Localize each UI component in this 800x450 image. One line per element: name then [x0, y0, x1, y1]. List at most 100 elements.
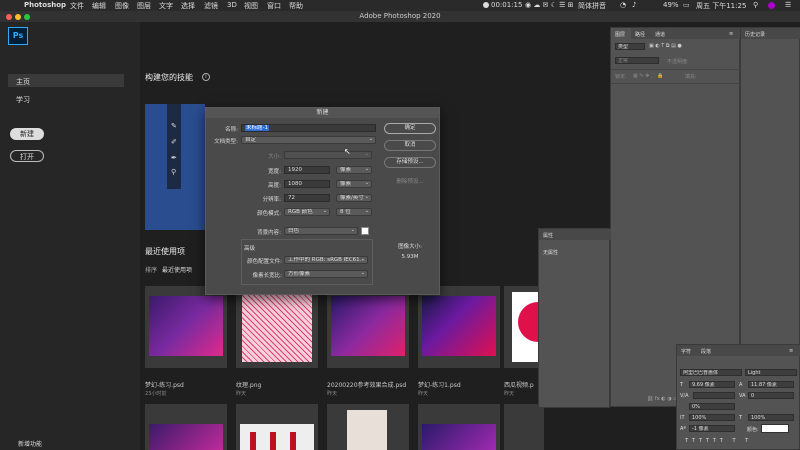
font-size-input[interactable]: 9.69 像素 — [689, 381, 735, 388]
menu-select[interactable]: 选择 — [181, 1, 195, 11]
ime-label[interactable]: 简体拼音 — [578, 1, 606, 11]
resolution-input[interactable]: 72 — [284, 194, 330, 202]
menu-filter[interactable]: 滤镜 — [204, 1, 218, 11]
sort-dropdown[interactable]: 最近使用项 — [162, 265, 192, 274]
recent-file-thumb[interactable] — [418, 404, 500, 450]
close-window-icon[interactable] — [6, 14, 12, 20]
text-style-buttons[interactable]: TTTTTT T T — [685, 438, 752, 444]
app-menu[interactable]: Photoshop — [24, 1, 66, 9]
background-select[interactable]: 白色 — [284, 227, 358, 235]
resolution-unit-select[interactable]: 像素/英寸 — [336, 194, 372, 202]
recent-file-thumb[interactable] — [327, 286, 409, 368]
battery-icon[interactable]: ▭ — [683, 1, 690, 9]
skills-card[interactable]: ✎ ✐ ✒ ⚲ — [145, 104, 205, 230]
tab-properties[interactable]: 属性 — [543, 232, 553, 239]
baseline-shift-input[interactable]: -1 像素 — [689, 425, 735, 432]
ok-button[interactable]: 确定 — [384, 123, 436, 134]
recent-file-thumb[interactable] — [236, 286, 318, 368]
recent-file-thumb[interactable] — [236, 404, 318, 450]
recent-file-name[interactable]: 20200220参考效果合成.psd — [327, 380, 406, 389]
text-color-swatch[interactable] — [761, 424, 789, 433]
horizontal-scale-input[interactable]: 100% — [748, 414, 794, 421]
menu-layer[interactable]: 图层 — [137, 1, 151, 11]
menu-help[interactable]: 帮助 — [289, 1, 303, 11]
maximize-window-icon[interactable] — [24, 14, 30, 20]
tab-layers[interactable]: 图层 — [615, 31, 625, 38]
menu-image[interactable]: 图像 — [115, 1, 129, 11]
lock-icons[interactable]: ▦ ✎ ✥ ⬚ 🔒 — [633, 73, 663, 79]
doctype-label: 文档类型: — [214, 139, 238, 145]
whats-new-link[interactable]: 新增功能 — [18, 439, 42, 448]
recent-file-thumb[interactable] — [327, 404, 409, 450]
tab-paths[interactable]: 路径 — [635, 31, 645, 38]
width-input[interactable]: 1920 — [284, 166, 330, 174]
kerning-input[interactable] — [693, 392, 735, 399]
width-unit-select[interactable]: 像素 — [336, 166, 372, 174]
save-preset-button[interactable]: 存储预设... — [384, 157, 436, 168]
color-profile-select[interactable]: 工作中的 RGB: sRGB IEC61... — [284, 256, 368, 264]
name-input[interactable]: 未标题-1 — [241, 124, 376, 132]
recent-file-time: 昨天 — [418, 391, 429, 397]
recent-file-thumb[interactable] — [145, 286, 227, 368]
panel-menu-icon[interactable]: ≡ — [729, 31, 733, 37]
tracking-input[interactable]: 0 — [748, 392, 794, 399]
background-color-swatch[interactable] — [361, 227, 369, 235]
bitdepth-select[interactable]: 8 位 — [336, 208, 372, 216]
tab-history[interactable]: 历史记录 — [745, 31, 765, 38]
cancel-button[interactable]: 取消 — [384, 140, 436, 151]
notification-center-icon[interactable]: ☰ — [785, 1, 791, 9]
menu-view[interactable]: 视图 — [244, 1, 258, 11]
menu-edit[interactable]: 编辑 — [92, 1, 106, 11]
sort-label: 排序 — [145, 267, 158, 274]
advanced-label[interactable]: 高级 — [244, 244, 255, 252]
new-file-button[interactable]: 新建 — [10, 128, 44, 140]
info-icon[interactable]: i — [202, 73, 210, 81]
pen-icon: ✒ — [171, 154, 177, 162]
record-icon — [483, 2, 489, 8]
layer-filter-select[interactable]: 类型 — [615, 43, 645, 50]
recent-file-name[interactable]: 纹理.png — [236, 380, 261, 389]
menu-3d[interactable]: 3D — [227, 1, 237, 9]
search-icon[interactable]: ⚲ — [753, 1, 758, 9]
recent-file-name[interactable]: 西瓜视频.p — [504, 380, 540, 389]
recent-file-thumb[interactable] — [418, 286, 500, 368]
recent-file-time: 昨天 — [504, 391, 515, 397]
divider — [611, 83, 741, 84]
tab-paragraph[interactable]: 段落 — [701, 348, 711, 355]
doctype-select[interactable]: 自定 — [241, 136, 376, 144]
menu-file[interactable]: 文件 — [70, 1, 84, 11]
colormode-select[interactable]: RGB 颜色 — [284, 208, 330, 216]
font-style-select[interactable]: Light — [745, 369, 797, 376]
siri-icon[interactable] — [768, 2, 775, 9]
sidebar-item-home[interactable]: 主页 — [16, 77, 30, 87]
height-label: 高度: — [268, 183, 281, 189]
height-input[interactable]: 1080 — [284, 180, 330, 188]
open-file-button[interactable]: 打开 — [10, 150, 44, 162]
vertical-scale-input[interactable]: 100% — [689, 414, 735, 421]
tab-channels[interactable]: 通道 — [655, 31, 665, 38]
clock[interactable]: 周五 下午11:25 — [696, 1, 746, 11]
volume-icon[interactable]: ♪ — [632, 1, 636, 9]
recent-file-time: 23小时前 — [145, 391, 167, 397]
tsume-input[interactable]: 0% — [689, 403, 735, 410]
minimize-window-icon[interactable] — [15, 14, 21, 20]
menu-type[interactable]: 文字 — [159, 1, 173, 11]
recent-file-thumb[interactable] — [145, 404, 227, 450]
sidebar-item-learn[interactable]: 学习 — [16, 95, 30, 105]
menu-window[interactable]: 窗口 — [267, 1, 281, 11]
color-profile-label: 颜色配置文件: — [247, 259, 282, 265]
height-unit-select[interactable]: 像素 — [336, 180, 372, 188]
kerning-label: V/A — [680, 393, 689, 399]
blend-mode-select[interactable]: 正常 — [615, 57, 659, 64]
eyedropper-icon: ✐ — [171, 138, 177, 146]
recent-file-name[interactable]: 梦幻-练习1.psd — [418, 380, 461, 389]
tab-character[interactable]: 字符 — [681, 348, 691, 355]
leading-input[interactable]: 11.87 像素 — [748, 381, 794, 388]
font-family-select[interactable]: 阿里巴巴普惠体 — [680, 369, 742, 376]
pixel-aspect-select[interactable]: 方形像素 — [284, 270, 368, 278]
wifi-icon[interactable]: ◔ — [620, 1, 626, 9]
filter-icons[interactable]: ▣ ◐ T ⧉ ▤ ● — [649, 43, 682, 49]
panel-menu-icon[interactable]: ≡ — [789, 348, 793, 354]
recent-file-thumb[interactable] — [504, 404, 544, 450]
recent-file-name[interactable]: 梦幻-练习.psd — [145, 380, 184, 389]
